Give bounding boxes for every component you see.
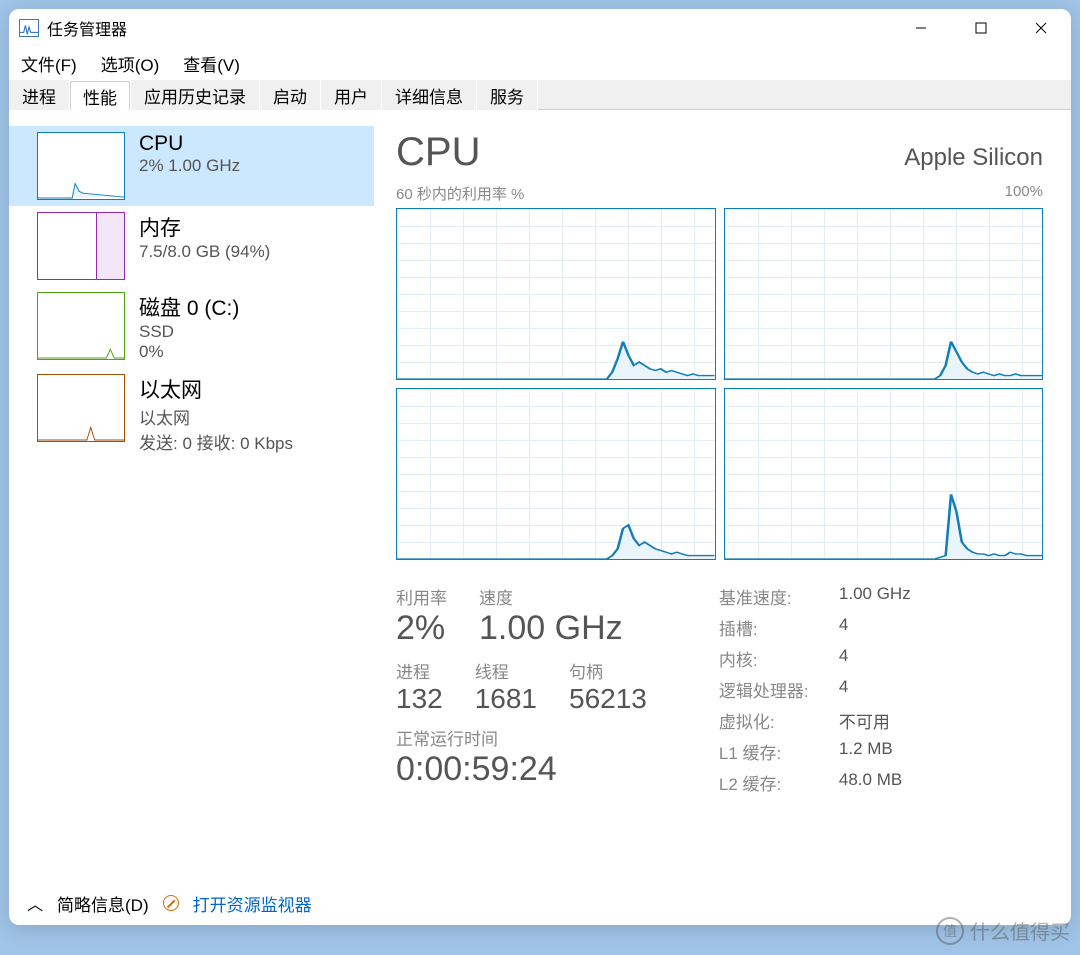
sidebar-item-ethernet[interactable]: 以太网 以太网 发送: 0 接收: 0 Kbps — [9, 368, 374, 460]
content: CPU 2% 1.00 GHz 内存 7.5/8.0 GB (94%) 磁盘 0… — [9, 112, 1071, 881]
sock-label: 插槽: — [719, 615, 839, 640]
footer: ︿ 简略信息(D) 打开资源监视器 — [9, 881, 1071, 925]
l1-label: L1 缓存: — [719, 739, 839, 764]
main-panel: CPU Apple Silicon 60 秒内的利用率 % 100% 利用率2%… — [374, 112, 1071, 881]
menu-file[interactable]: 文件(F) — [21, 51, 77, 76]
cores-value: 4 — [839, 646, 848, 671]
tab-history[interactable]: 应用历史记录 — [131, 80, 259, 110]
window-title: 任务管理器 — [47, 16, 127, 40]
l2-value: 48.0 MB — [839, 770, 902, 795]
tabbar: 进程 性能 应用历史记录 启动 用户 详细信息 服务 — [9, 80, 1071, 112]
sidebar-item-disk[interactable]: 磁盘 0 (C:) SSD 0% — [9, 286, 374, 368]
eth-sub: 以太网 — [139, 404, 293, 429]
tab-startup[interactable]: 启动 — [260, 80, 320, 110]
eth-title: 以太网 — [139, 374, 293, 404]
minimize-button[interactable] — [891, 9, 951, 46]
l1-value: 1.2 MB — [839, 739, 893, 764]
l2-label: L2 缓存: — [719, 770, 839, 795]
thr-label: 线程 — [475, 658, 537, 683]
tab-details[interactable]: 详细信息 — [382, 80, 476, 110]
tab-processes[interactable]: 进程 — [9, 80, 69, 110]
close-button[interactable] — [1011, 9, 1071, 46]
cpu-model: Apple Silicon — [904, 144, 1043, 172]
memory-title: 内存 — [139, 212, 270, 242]
eth-sub2: 发送: 0 接收: 0 Kbps — [139, 429, 293, 454]
cpu-core-chart-3 — [724, 388, 1044, 560]
proc-value: 132 — [396, 683, 443, 715]
cpu-core-chart-1 — [724, 208, 1044, 380]
titlebar[interactable]: 任务管理器 — [9, 9, 1071, 46]
sidebar-item-cpu[interactable]: CPU 2% 1.00 GHz — [9, 126, 374, 206]
util-value: 2% — [396, 609, 447, 648]
window-controls — [891, 9, 1071, 46]
stats: 利用率2% 速度1.00 GHz 进程132 线程1681 句柄56213 正常… — [396, 584, 1043, 801]
log-value: 4 — [839, 677, 848, 702]
tab-performance[interactable]: 性能 — [70, 81, 130, 111]
sidebar-item-memory[interactable]: 内存 7.5/8.0 GB (94%) — [9, 206, 374, 286]
disk-thumb-icon — [37, 292, 125, 360]
virt-label: 虚拟化: — [719, 708, 839, 733]
cpu-chart-grid — [396, 208, 1043, 560]
cpu-core-chart-2 — [396, 388, 716, 560]
tab-services[interactable]: 服务 — [477, 80, 537, 110]
disk-sub: SSD — [139, 322, 239, 342]
hnd-label: 句柄 — [569, 658, 647, 683]
cpu-core-chart-0 — [396, 208, 716, 380]
chart-right-label: 100% — [1005, 183, 1043, 204]
cores-label: 内核: — [719, 646, 839, 671]
disk-sub2: 0% — [139, 342, 239, 362]
disk-title: 磁盘 0 (C:) — [139, 292, 239, 322]
ethernet-thumb-icon — [37, 374, 125, 442]
thr-value: 1681 — [475, 683, 537, 715]
cpu-sub: 2% 1.00 GHz — [139, 156, 240, 176]
menu-view[interactable]: 查看(V) — [183, 51, 240, 76]
cpu-title: CPU — [139, 132, 240, 156]
maximize-button[interactable] — [951, 9, 1011, 46]
proc-label: 进程 — [396, 658, 443, 683]
task-manager-window: 任务管理器 文件(F) 选项(O) 查看(V) 进程 性能 应用历史记录 启动 … — [9, 9, 1071, 925]
cpu-thumb-icon — [37, 132, 125, 200]
sidebar: CPU 2% 1.00 GHz 内存 7.5/8.0 GB (94%) 磁盘 0… — [9, 112, 374, 881]
memory-thumb-icon — [37, 212, 125, 280]
base-value: 1.00 GHz — [839, 584, 911, 609]
speed-value: 1.00 GHz — [479, 609, 623, 648]
chevron-up-icon[interactable]: ︿ — [27, 891, 43, 915]
base-label: 基准速度: — [719, 584, 839, 609]
open-resource-monitor-link[interactable]: 打开资源监视器 — [193, 891, 312, 916]
menu-options[interactable]: 选项(O) — [101, 51, 160, 76]
watermark: 值 什么值得买 — [936, 916, 1070, 945]
virt-value: 不可用 — [839, 708, 890, 733]
util-label: 利用率 — [396, 584, 447, 609]
menubar: 文件(F) 选项(O) 查看(V) — [9, 46, 1071, 80]
uptime-label: 正常运行时间 — [396, 725, 647, 750]
chart-left-label: 60 秒内的利用率 % — [396, 183, 524, 204]
fewer-details-link[interactable]: 简略信息(D) — [57, 891, 149, 916]
hnd-value: 56213 — [569, 683, 647, 715]
tab-users[interactable]: 用户 — [321, 80, 381, 110]
app-icon — [19, 19, 39, 37]
memory-sub: 7.5/8.0 GB (94%) — [139, 242, 270, 262]
uptime-value: 0:00:59:24 — [396, 750, 647, 789]
speed-label: 速度 — [479, 584, 623, 609]
log-label: 逻辑处理器: — [719, 677, 839, 702]
sock-value: 4 — [839, 615, 848, 640]
resource-monitor-icon — [163, 895, 179, 911]
page-title: CPU — [396, 130, 480, 175]
